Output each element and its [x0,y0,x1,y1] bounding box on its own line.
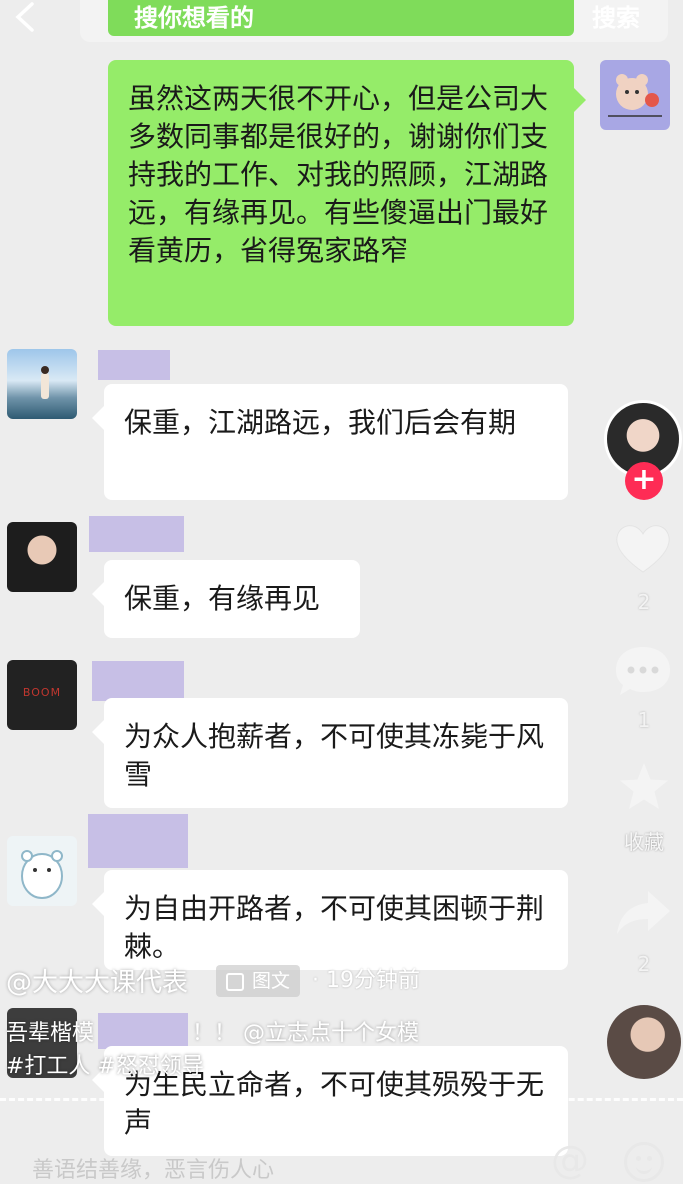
reply-bubble[interactable]: 保重，有缘再见 [92,560,360,638]
search-placeholder: 搜你想看的 [134,4,254,32]
star-icon [620,763,668,809]
heart-icon [616,525,670,573]
share-button[interactable] [614,888,672,942]
beach-photo-icon [41,366,49,399]
polar-bear-icon [21,850,63,899]
contact-avatar-3[interactable]: BOOM [7,660,77,730]
like-count: 2 [637,590,651,614]
chevron-left-icon [15,2,34,32]
contact-avatar-4[interactable] [7,836,77,906]
my-avatar[interactable] [600,60,670,130]
my-message-text: 虽然这两天很不开心，但是公司大多数同事都是很好的，谢谢你们支持我的工作、对我的照… [128,82,549,267]
reply-bubble[interactable]: 保重，江湖路远，我们后会有期 [92,384,568,500]
contact-avatar-2[interactable] [7,522,77,592]
bear-avatar-icon [608,74,662,117]
caption-start: 吾辈楷模 [6,1021,95,1046]
follow-button[interactable]: + [625,462,663,500]
reply-bubble[interactable]: 为自由开路者，不可使其困顿于荆棘。 [92,870,568,970]
tag-label: 图文 [251,970,290,992]
copy-icon [226,973,244,991]
music-disc-avatar[interactable] [607,1005,681,1079]
top-bar: 搜你想看的 搜索 [0,0,683,46]
hashtags[interactable]: #打工人 #怒怼领导 [6,1048,204,1080]
like-button[interactable] [614,522,672,578]
caption-redaction [101,1039,185,1040]
favorite-label: 收藏 [624,830,664,854]
redacted-name [92,661,184,701]
post-time: · 19分钟前 [312,968,420,993]
back-button[interactable] [8,0,42,34]
progress-divider [0,1098,683,1101]
search-button[interactable]: 搜索 [592,0,640,33]
my-message-bubble[interactable]: 虽然这两天很不开心，但是公司大多数同事都是很好的，谢谢你们支持我的工作、对我的照… [108,60,586,326]
contact-avatar-1[interactable] [7,349,77,419]
reply-text: 为众人抱薪者，不可使其冻毙于风雪 [124,720,545,791]
comment-button[interactable] [614,645,672,703]
at-icon: @ [551,1138,589,1182]
avatar-text: BOOM [22,686,62,699]
author-name[interactable]: @大大大课代表 [6,962,188,999]
reply-text: 保重，有缘再见 [124,582,321,615]
redacted-name [88,814,188,868]
comment-count: 1 [637,708,651,732]
favorite-button[interactable] [617,760,671,818]
reply-text: 保重，江湖路远，我们后会有期 [124,406,517,439]
post-caption: 吾辈楷模 ！！ @立志点十个女模 [6,1015,419,1047]
share-count: 2 [637,952,651,976]
redacted-name [89,516,184,552]
mention-button[interactable]: @ [548,1140,592,1184]
redacted-name [98,350,170,380]
caption-end: ！！ @立志点十个女模 [192,1021,420,1046]
reply-text: 为自由开路者，不可使其困顿于荆棘。 [124,892,545,963]
reply-bubble[interactable]: 为众人抱薪者，不可使其冻毙于风雪 [92,698,568,808]
share-arrow-icon [617,891,670,934]
comment-bubble-icon [616,647,670,695]
comment-input[interactable]: 善语结善缘，恶言伤人心 [32,1152,274,1184]
emoji-button[interactable] [624,1142,664,1182]
